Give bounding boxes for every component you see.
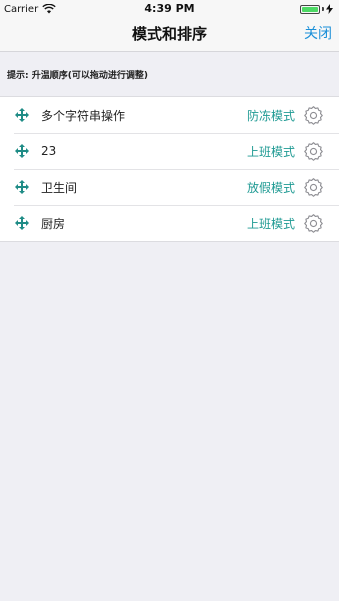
gear-icon[interactable] [304,177,323,197]
wifi-icon [42,4,56,14]
battery-tip [322,7,324,11]
item-name: 多个字符串操作 [41,108,126,123]
charging-bolt-icon [326,4,333,14]
item-mode[interactable]: 防冻模式 [247,107,295,124]
status-left: Carrier [4,4,56,15]
list-item[interactable]: 厨房 上班模式 [0,205,339,241]
gear-icon[interactable] [304,141,323,161]
battery-fill [302,6,318,12]
move-arrows-icon[interactable] [15,180,29,194]
move-arrows-icon[interactable] [15,216,29,230]
battery-icon [300,4,320,14]
item-mode[interactable]: 上班模式 [247,143,295,160]
page-title: 模式和排序 [131,25,207,43]
item-mode[interactable]: 放假模式 [247,179,295,196]
gear-icon[interactable] [304,213,323,233]
item-mode[interactable]: 上班模式 [247,215,295,232]
close-button[interactable]: 关闭 [304,18,332,51]
mode-list: 多个字符串操作 防冻模式 23 上班模式 卫生间 放假模式 厨房 上班模式 [0,96,339,242]
item-name: 23 [41,144,57,158]
move-arrows-icon[interactable] [15,108,29,122]
status-bar: Carrier 4:39 PM [0,0,339,18]
list-item[interactable]: 23 上班模式 [0,133,339,169]
item-name: 厨房 [41,216,66,231]
screen: Carrier 4:39 PM 模式和排序 关闭 提示: 升温顺序(可以拖动进行… [0,0,339,601]
hint-text: 提示: 升温顺序(可以拖动进行调整) [7,70,148,81]
status-right [300,4,333,14]
list-item[interactable]: 卫生间 放假模式 [0,169,339,205]
list-item[interactable]: 多个字符串操作 防冻模式 [0,97,339,133]
item-name: 卫生间 [41,180,78,195]
carrier-label: Carrier [4,3,39,15]
move-arrows-icon[interactable] [15,144,29,158]
gear-icon[interactable] [304,105,323,125]
navigation-bar: 模式和排序 关闭 [0,18,339,52]
